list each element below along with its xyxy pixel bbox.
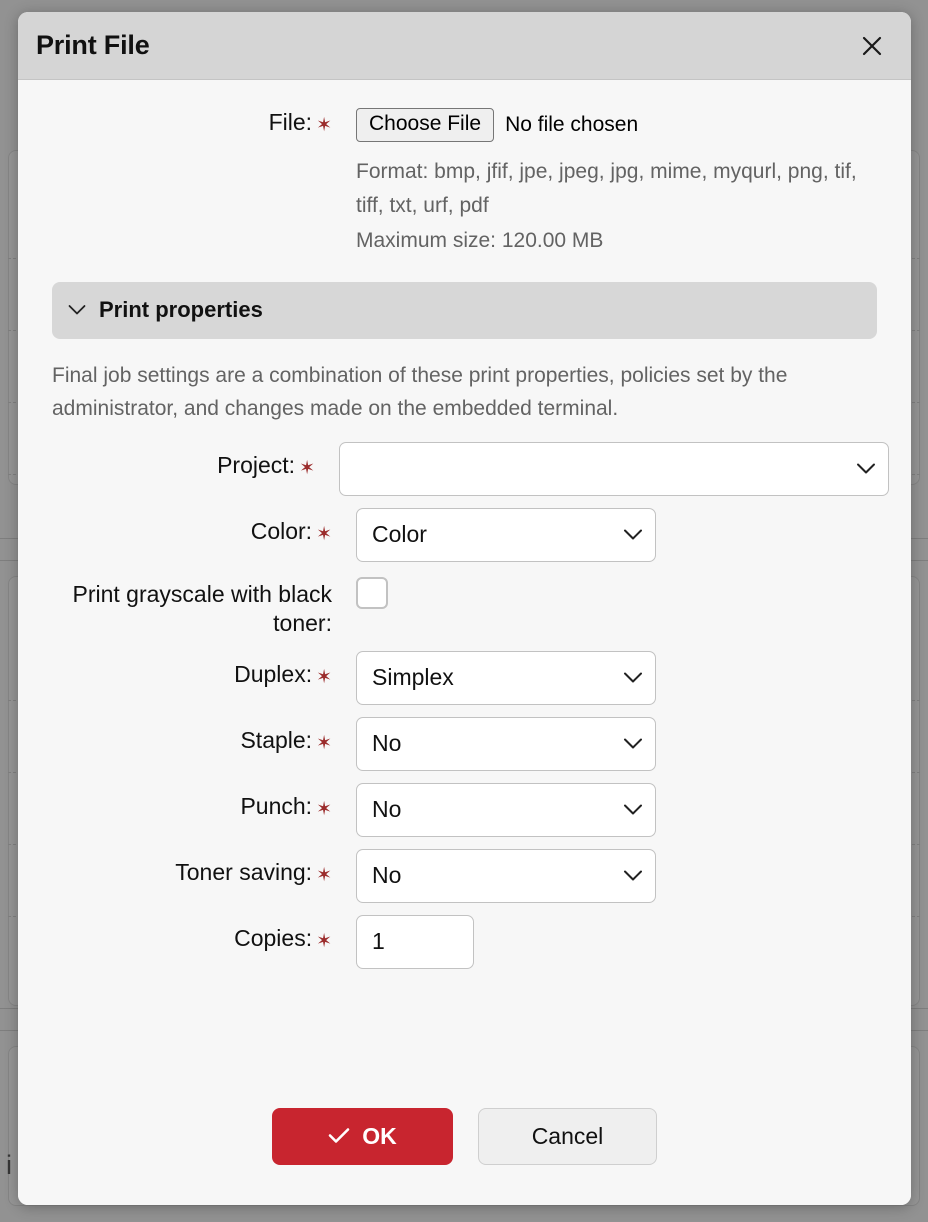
cancel-button-label: Cancel: [531, 1123, 604, 1149]
print-properties-title: Print properties: [99, 297, 263, 323]
chevron-down-icon: [850, 462, 876, 475]
file-field-row: File: ✶ Choose File No file chosen Format…: [40, 80, 889, 258]
field-label: Color: ✶: [40, 508, 340, 546]
form-row: Print grayscale with black toner:: [40, 574, 889, 639]
field-label-text: Project:: [217, 451, 296, 478]
field-label: Toner saving: ✶: [40, 849, 340, 887]
field-control-column: Simplex: [340, 650, 889, 705]
required-asterisk: ✶: [316, 666, 332, 688]
chevron-down-icon: [617, 528, 643, 541]
field-label: Duplex: ✶: [40, 651, 340, 689]
field-label: Print grayscale with black toner:: [40, 574, 340, 639]
chevron-down-icon: [617, 869, 643, 882]
field-control-column: 1: [340, 914, 889, 969]
field-label-text: Print grayscale with black toner:: [72, 580, 333, 637]
close-icon[interactable]: [855, 29, 889, 63]
ok-button[interactable]: OK: [272, 1108, 453, 1165]
field-control-column: No: [340, 716, 889, 771]
chevron-down-icon: [617, 803, 643, 816]
field-value: No: [372, 730, 402, 757]
check-icon: [328, 1123, 350, 1150]
select-field[interactable]: No: [356, 782, 656, 837]
field-label: Punch: ✶: [40, 783, 340, 821]
dialog-title: Print File: [36, 30, 150, 60]
required-asterisk: ✶: [316, 523, 332, 545]
field-control-column: [340, 574, 889, 609]
field-value: Simplex: [372, 664, 454, 691]
file-label-text: File:: [268, 109, 313, 135]
cancel-button[interactable]: Cancel: [478, 1108, 657, 1165]
required-asterisk: ✶: [316, 930, 332, 952]
field-value: Color: [372, 521, 427, 548]
required-asterisk: ✶: [316, 798, 332, 820]
dialog-body: File: ✶ Choose File No file chosen Format…: [18, 80, 911, 1082]
required-asterisk: ✶: [316, 864, 332, 886]
dialog-footer: OK Cancel: [18, 1082, 911, 1205]
form-row: Copies: ✶ 1: [40, 914, 889, 969]
select-field[interactable]: No: [356, 848, 656, 903]
dialog-header: Print File: [18, 12, 911, 80]
form-row: Duplex: ✶ Simplex: [40, 650, 889, 705]
field-label-text: Staple:: [240, 726, 313, 753]
field-label: Copies: ✶: [40, 915, 340, 953]
select-field[interactable]: Simplex: [356, 650, 656, 705]
file-label: File: ✶: [40, 108, 340, 137]
print-file-dialog: Print File File: ✶ Choose File No file ch…: [18, 12, 911, 1205]
ok-button-label: OK: [362, 1123, 397, 1149]
file-format-hint: Format: bmp, jfif, jpe, jpeg, jpg, mime,…: [356, 160, 857, 217]
print-grayscale-checkbox[interactable]: [356, 576, 388, 609]
chevron-down-icon: [617, 671, 643, 684]
field-label-text: Color:: [250, 517, 313, 544]
required-asterisk: ✶: [316, 732, 332, 754]
required-asterisk: ✶: [299, 457, 315, 479]
print-properties-form: Project: ✶ Color: ✶ Color Print grayscale wit…: [40, 441, 889, 969]
chevron-down-icon: [68, 304, 86, 316]
field-label: Project: ✶: [40, 442, 323, 480]
choose-file-button[interactable]: Choose File: [356, 108, 495, 142]
field-control-column: [323, 441, 889, 496]
form-row: Punch: ✶ No: [40, 782, 889, 837]
copies-input[interactable]: 1: [356, 914, 474, 969]
field-control-column: No: [340, 848, 889, 903]
field-label-text: Toner saving:: [175, 858, 313, 885]
chevron-down-icon: [617, 737, 643, 750]
field-value: 1: [372, 928, 385, 955]
file-input[interactable]: Choose File No file chosen: [356, 108, 889, 142]
field-label-text: Copies:: [234, 924, 313, 951]
print-properties-description: Final job settings are a combination of …: [52, 363, 788, 421]
field-control-column: No: [340, 782, 889, 837]
form-row: Color: ✶ Color: [40, 507, 889, 562]
select-field[interactable]: [339, 441, 889, 496]
file-size-hint: Maximum size: 120.00 MB: [356, 229, 604, 253]
field-value: No: [372, 862, 402, 889]
field-label-text: Punch:: [240, 792, 313, 819]
file-field-column: Choose File No file chosen Format: bmp, …: [340, 108, 889, 258]
field-label: Staple: ✶: [40, 717, 340, 755]
required-asterisk: ✶: [316, 115, 332, 136]
select-field[interactable]: Color: [356, 507, 656, 562]
print-properties-section-header[interactable]: Print properties: [52, 281, 877, 339]
field-control-column: Color: [340, 507, 889, 562]
field-label-text: Duplex:: [234, 660, 313, 687]
form-row: Staple: ✶ No: [40, 716, 889, 771]
select-field[interactable]: No: [356, 716, 656, 771]
form-row: Toner saving: ✶ No: [40, 848, 889, 903]
field-value: No: [372, 796, 402, 823]
file-chosen-status: No file chosen: [505, 113, 639, 136]
form-row: Project: ✶: [40, 441, 889, 496]
